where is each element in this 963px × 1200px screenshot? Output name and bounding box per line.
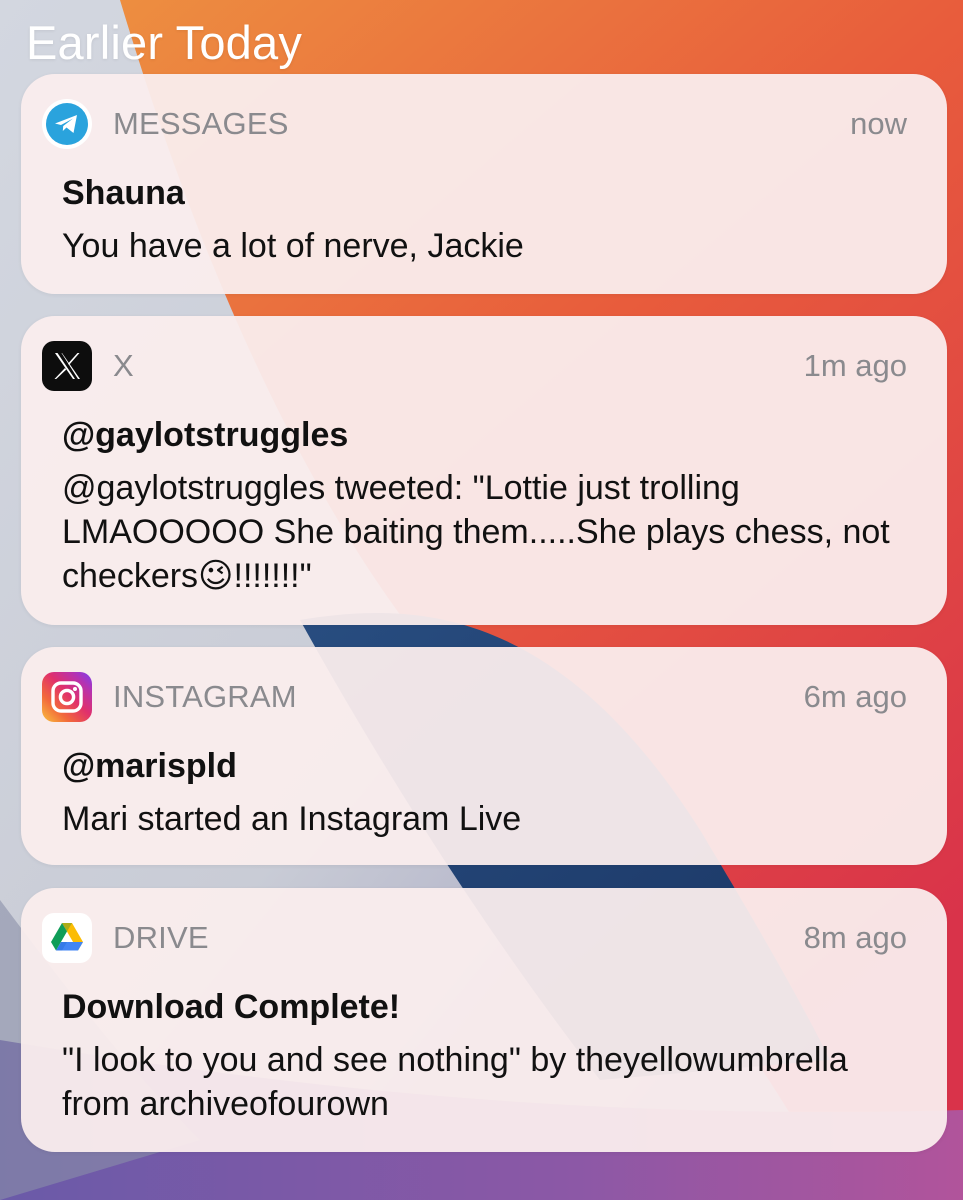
section-title: Earlier Today <box>26 16 303 69</box>
notification-card-x[interactable]: X 1m ago @gaylotstruggles @gaylotstruggl… <box>21 316 947 625</box>
app-name: DRIVE <box>113 920 209 955</box>
notification-body: Mari started an Instagram Live <box>62 800 522 838</box>
google-drive-icon <box>42 913 92 963</box>
notification-title: @marispld <box>62 747 237 785</box>
notification-card-messages[interactable]: MESSAGES now Shauna You have a lot of ne… <box>21 74 947 294</box>
notification-time: 1m ago <box>803 348 907 383</box>
notification-header: DRIVE 8m ago <box>42 912 907 964</box>
notification-title: Shauna <box>62 174 185 212</box>
app-name: INSTAGRAM <box>113 679 297 714</box>
app-name: MESSAGES <box>113 106 289 141</box>
notification-time: now <box>850 106 907 141</box>
notification-title: Download Complete! <box>62 988 401 1026</box>
notification-body: @gaylotstruggles tweeted: "Lottie just t… <box>62 469 890 595</box>
notification-body: "I look to you and see nothing" by theye… <box>62 1041 848 1123</box>
notification-title: @gaylotstruggles <box>62 416 349 454</box>
instagram-icon <box>42 672 92 722</box>
notification-time: 6m ago <box>803 679 907 714</box>
telegram-icon <box>42 99 92 149</box>
notification-header: MESSAGES now <box>42 98 907 150</box>
notification-body: You have a lot of nerve, Jackie <box>62 227 524 265</box>
notification-time: 8m ago <box>803 920 907 955</box>
notification-card-drive[interactable]: DRIVE 8m ago Download Complete! "I look … <box>21 888 947 1152</box>
notification-header: INSTAGRAM 6m ago <box>42 671 907 723</box>
app-name: X <box>113 348 134 383</box>
notification-card-instagram[interactable]: INSTAGRAM 6m ago @marispld Mari started … <box>21 647 947 865</box>
x-icon <box>42 341 92 391</box>
notification-header: X 1m ago <box>42 340 907 392</box>
